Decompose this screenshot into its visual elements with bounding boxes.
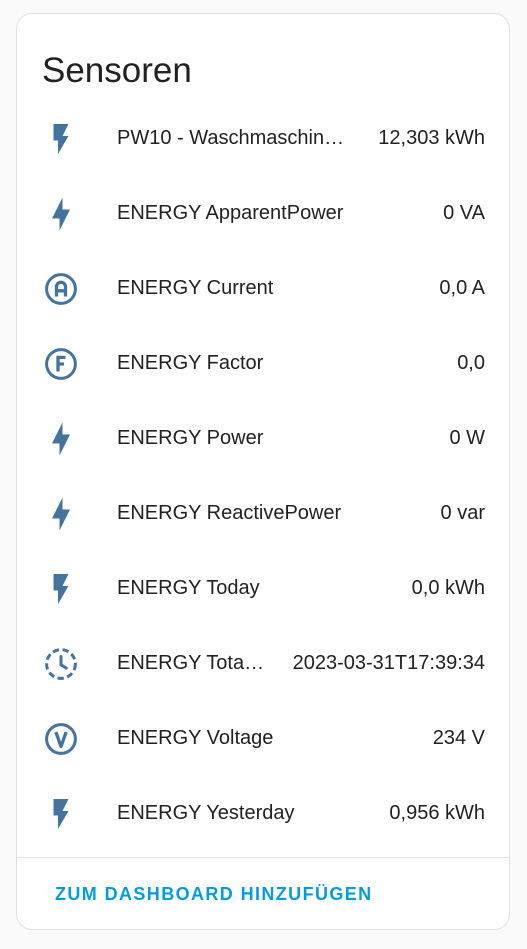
card-title: Sensoren — [42, 51, 192, 90]
entity-row[interactable]: ENERGY Tota… 2023-03-31T17:39:34 — [17, 626, 509, 701]
entity-state: 0 VA — [443, 202, 485, 224]
entity-row[interactable]: ENERGY ApparentPower 0 VA — [17, 176, 509, 251]
lightning-bolt-icon — [41, 194, 81, 234]
entity-row[interactable]: PW10 - Waschmaschin… 12,303 kWh — [17, 101, 509, 176]
sensor-card: Sensoren PW10 - Waschmaschin… 12,303 kWh E… — [16, 13, 510, 930]
entity-row[interactable]: ENERGY Factor 0,0 — [17, 326, 509, 401]
entity-row[interactable]: ENERGY ReactivePower 0 var — [17, 476, 509, 551]
entity-name: PW10 - Waschmaschin… — [117, 127, 345, 149]
entity-state: 0 W — [449, 427, 485, 449]
lightning-bolt-icon — [41, 494, 81, 534]
voltage-v-icon — [41, 719, 81, 759]
entity-state: 0,956 kWh — [389, 802, 485, 824]
entity-row[interactable]: ENERGY Voltage 234 V — [17, 701, 509, 776]
entity-row[interactable]: ENERGY Today 0,0 kWh — [17, 551, 509, 626]
current-a-icon — [41, 269, 81, 309]
flash-icon — [41, 119, 81, 159]
flash-icon — [41, 794, 81, 834]
entity-name: ENERGY Power — [117, 427, 264, 449]
entity-list: PW10 - Waschmaschin… 12,303 kWh ENERGY App… — [17, 101, 509, 851]
entity-name: ENERGY Voltage — [117, 727, 274, 749]
entity-name: ENERGY ReactivePower — [117, 502, 342, 524]
entity-state: 234 V — [432, 727, 485, 749]
entity-row[interactable]: ENERGY Power 0 W — [17, 401, 509, 476]
timer-outline-icon — [41, 644, 81, 684]
power-factor-f-icon — [41, 344, 81, 384]
entity-name: ENERGY Today — [117, 577, 260, 599]
entity-name: ENERGY Current — [117, 277, 274, 299]
entity-row[interactable]: ENERGY Yesterday 0,956 kWh — [17, 776, 509, 851]
entity-name: ENERGY Yesterday — [117, 802, 295, 824]
lightning-bolt-icon — [41, 419, 81, 459]
entity-state: 12,303 kWh — [378, 127, 485, 149]
entity-name: ENERGY ApparentPower — [117, 202, 344, 224]
entity-state: 2023-03-31T17:39:34 — [292, 652, 485, 674]
entity-name: ENERGY Tota… — [117, 652, 265, 674]
card-divider — [17, 857, 509, 858]
flash-icon — [41, 569, 81, 609]
add-to-dashboard-button[interactable]: ZUM DASHBOARD HINZUFÜGEN — [41, 873, 387, 915]
entity-state: 0,0 A — [439, 277, 485, 299]
entity-row[interactable]: ENERGY Current 0,0 A — [17, 251, 509, 326]
entity-name: ENERGY Factor — [117, 352, 264, 374]
entity-state: 0 var — [440, 502, 485, 524]
entity-state: 0,0 — [457, 352, 485, 374]
entity-state: 0,0 kWh — [411, 577, 485, 599]
